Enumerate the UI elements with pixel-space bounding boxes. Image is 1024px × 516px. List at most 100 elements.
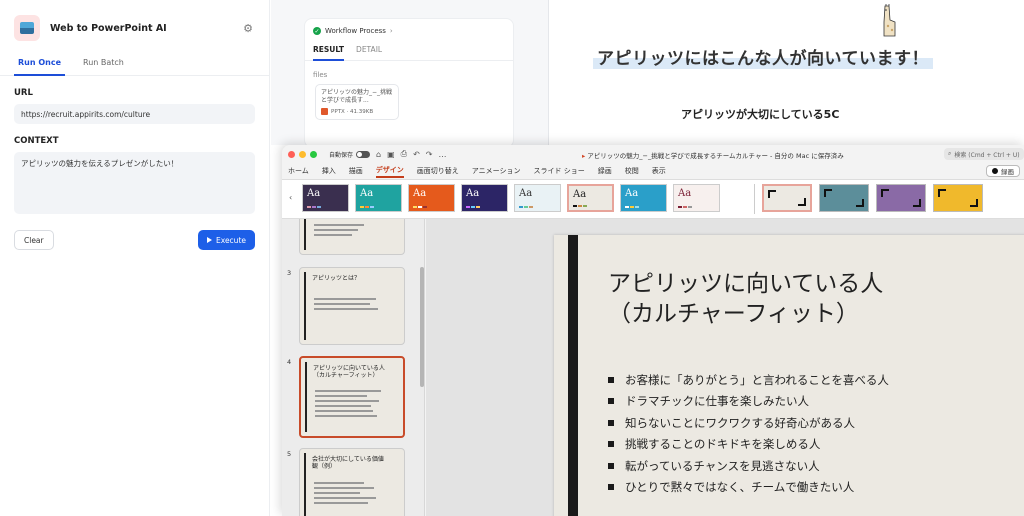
bullet-square-icon [608,484,614,491]
slide-canvas[interactable]: アピリッツに向いている人 （カルチャーフィット） お客様に「ありがとう」と言われ… [554,235,1024,516]
chevron-right-icon: › [389,27,393,35]
thumbnail-title-4: アピリッツに向いている人 （カルチャーフィット） [313,365,385,379]
redo-icon[interactable]: ↷ [426,150,433,159]
bullet-text: 転がっているチャンスを見逃さない人 [625,458,820,473]
file-chip[interactable]: アピリッツの魅力_−_挑戦と学びで成長す... PPTX · 41.39KB [315,84,399,120]
slide-accent-bar [568,235,578,516]
file-meta-text: PPTX · 41.39KB [331,108,374,115]
giraffe-mascot-icon [883,4,896,37]
bullet-square-icon [608,419,614,426]
context-label: CONTEXT [14,136,59,146]
variant-thumbnail-selected[interactable] [762,184,812,212]
close-window-button[interactable] [288,150,295,158]
theme-label: Aa [519,188,533,199]
ribbon-tab-home[interactable]: ホーム [288,166,309,176]
list-item: 転がっているチャンスを見逃さない人 [608,455,889,477]
ribbon-tabs: ホーム 挿入 描画 デザイン 画面切り替え アニメーション スライド ショー 録… [282,163,1024,179]
bullet-text: お客様に「ありがとう」と言われることを喜べる人 [625,372,889,387]
record-icon [992,168,998,174]
print-icon[interactable]: ⎙ [401,149,407,159]
ribbon-tab-transitions[interactable]: 画面切り替え [417,166,459,176]
slide-title[interactable]: アピリッツに向いている人 （カルチャーフィット） [608,269,883,329]
variant-thumbnail[interactable] [819,184,869,212]
app-header: Web to PowerPoint AI ⚙ [0,0,269,56]
app-title: Web to PowerPoint AI [50,22,167,34]
theme-thumbnail[interactable]: Aa [302,184,349,212]
record-button[interactable]: 録画 [986,165,1020,177]
thumbnail-scrollbar[interactable] [420,267,424,387]
document-title-text: アピリッツの魅力_−_挑戦と学びで成長するチームカルチャー - 自分の Mac … [587,152,844,160]
design-ribbon: ‹ Aa Aa Aa Aa Aa Aa Aa Aa [282,179,1024,219]
slide-thumbnail-5[interactable]: 会社が大切にしている価値 観（例） [299,448,405,516]
ribbon-tab-review[interactable]: 校閲 [625,166,639,176]
document-title[interactable]: ▸ アピリッツの魅力_−_挑戦と学びで成長するチームカルチャー - 自分の Mac… [582,150,844,160]
list-item: ひとりで黙々ではなく、チームで働きたい人 [608,477,889,499]
theme-thumbnail[interactable]: Aa [673,184,720,212]
ribbon-tab-draw[interactable]: 描画 [349,166,363,176]
pptx-file-icon [321,108,328,115]
slide-number-3: 3 [287,269,292,277]
autosave-toggle[interactable] [356,150,371,158]
run-tabs: Run Once Run Batch [0,56,269,76]
settings-sliders-icon[interactable]: ⚙ [241,21,255,35]
bullet-text: ドラマチックに仕事を楽しみたい人 [625,394,809,409]
file-meta: PPTX · 41.39KB [321,108,393,115]
app-logo-icon [14,15,40,41]
scroll-left-icon[interactable]: ‹ [289,193,292,202]
ribbon-tab-record[interactable]: 録画 [598,166,612,176]
tab-detail[interactable]: DETAIL [356,45,382,60]
ribbon-tab-view[interactable]: 表示 [652,166,666,176]
theme-label: Aa [360,188,374,199]
title-bar: 自動保存 ⌂ ▣ ⎙ ↶ ↷ … ▸ アピリッツの魅力_−_挑戦と学びで成長するチ… [282,145,1024,163]
execute-button[interactable]: Execute [198,230,255,250]
workflow-header[interactable]: ✓ Workflow Process › [305,19,513,35]
theme-thumbnail[interactable]: Aa [620,184,667,212]
action-buttons: Clear Execute [14,230,255,250]
bullet-text: ひとりで黙々ではなく、チームで働きたい人 [625,480,855,495]
bullet-text: 挑戦することのドキドキを楽しめる人 [625,437,821,452]
theme-thumbnail[interactable]: Aa [514,184,561,212]
powerpoint-window: 自動保存 ⌂ ▣ ⎙ ↶ ↷ … ▸ アピリッツの魅力_−_挑戦と学びで成長するチ… [282,145,1024,516]
theme-label: Aa [678,188,692,199]
background-heading: アピリッツにはこんな人が向いています！ [593,44,933,69]
more-icon[interactable]: … [438,150,446,159]
theme-thumbnail[interactable]: Aa [461,184,508,212]
variant-thumbnail[interactable] [876,184,926,212]
tab-run-once[interactable]: Run Once [14,56,65,76]
slide-thumbnail-2[interactable] [299,219,405,255]
theme-label: Aa [307,188,321,199]
tab-result[interactable]: RESULT [313,45,345,61]
theme-thumbnail[interactable]: Aa [408,184,455,212]
slide-bullet-list[interactable]: お客様に「ありがとう」と言われることを喜べる人 ドラマチックに仕事を楽しみたい人… [608,369,889,498]
ribbon-tab-insert[interactable]: 挿入 [322,166,336,176]
files-label: files [313,71,328,79]
theme-label: Aa [466,188,480,199]
slide-editor: アピリッツに向いている人 （カルチャーフィット） お客様に「ありがとう」と言われ… [426,219,1024,516]
slide-thumbnail-3[interactable]: アピリッツとは？ [299,267,405,345]
zoom-window-button[interactable] [310,150,317,158]
save-icon[interactable]: ▣ [387,150,395,159]
background-slide: アピリッツにはこんな人が向いています！ アピリッツが大切にしている5C [548,0,1024,145]
theme-thumbnail[interactable]: Aa [355,184,402,212]
slide-title-line-1: アピリッツに向いている人 [608,271,884,297]
clear-button[interactable]: Clear [14,230,54,250]
minimize-window-button[interactable] [299,150,306,158]
url-input[interactable]: https://recruit.appirits.com/culture [14,104,255,124]
list-item: ドラマチックに仕事を楽しみたい人 [608,391,889,413]
play-icon [207,237,212,243]
thumbnail-title-5: 会社が大切にしている価値 観（例） [312,456,384,470]
home-icon[interactable]: ⌂ [376,150,381,159]
tab-run-batch[interactable]: Run Batch [79,56,128,76]
ribbon-tab-animations[interactable]: アニメーション [472,166,521,176]
ribbon-tab-design[interactable]: デザイン [375,165,404,178]
search-box[interactable]: ⌕ 検索 (Cmd + Ctrl + U) [944,148,1024,160]
powerpoint-doc-icon: ▸ [582,152,586,160]
variant-thumbnail[interactable] [933,184,983,212]
ribbon-tab-slideshow[interactable]: スライド ショー [534,166,585,176]
theme-label: Aa [625,188,639,199]
slide-thumbnail-4-selected[interactable]: アピリッツに向いている人 （カルチャーフィット） [299,356,405,438]
slide-thumbnail-pane: 3 アピリッツとは？ 4 アピリッツに向いている人 （カルチャーフィット） 5 … [282,219,425,516]
undo-icon[interactable]: ↶ [413,150,420,159]
theme-thumbnail-selected[interactable]: Aa [567,184,614,212]
context-textarea[interactable]: アピリッツの魅力を伝えるプレゼンがしたい！ [14,152,255,214]
